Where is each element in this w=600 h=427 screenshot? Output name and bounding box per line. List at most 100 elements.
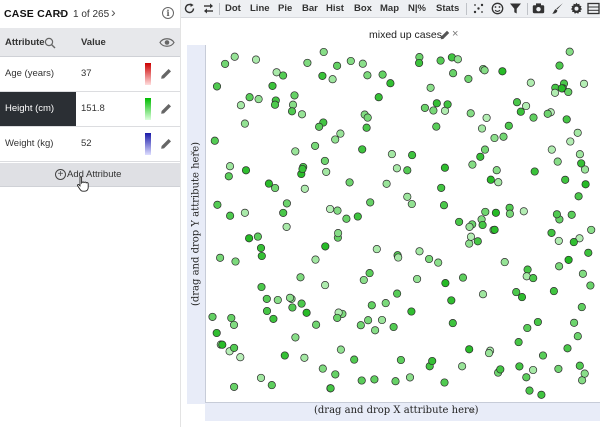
case-point[interactable] xyxy=(478,220,487,230)
case-point[interactable] xyxy=(267,381,276,390)
rescale-icon[interactable] xyxy=(183,2,196,15)
case-point[interactable] xyxy=(547,228,556,237)
case-point[interactable] xyxy=(458,362,467,371)
case-point[interactable] xyxy=(562,115,571,124)
case-point[interactable] xyxy=(554,364,563,373)
case-point[interactable] xyxy=(302,308,311,317)
case-point[interactable] xyxy=(336,129,345,138)
attribute-row[interactable]: Height (cm) 151.8 xyxy=(0,92,180,127)
shuffle-icon[interactable] xyxy=(472,2,485,15)
case-point[interactable] xyxy=(555,262,564,271)
case-point[interactable] xyxy=(579,79,589,88)
case-point[interactable] xyxy=(245,93,254,102)
case-point[interactable] xyxy=(468,160,477,169)
graph-title[interactable]: mixed up cases xyxy=(369,29,442,41)
case-point[interactable] xyxy=(318,364,327,373)
case-point[interactable] xyxy=(367,301,376,310)
case-point[interactable] xyxy=(566,137,575,146)
case-point[interactable] xyxy=(236,101,245,110)
case-point[interactable] xyxy=(333,206,342,215)
case-point[interactable] xyxy=(480,66,489,75)
case-point[interactable] xyxy=(356,321,365,330)
attribute-row[interactable]: Age (years) 37 xyxy=(0,57,180,92)
case-point[interactable] xyxy=(225,162,235,171)
case-point[interactable] xyxy=(443,100,452,109)
case-point[interactable] xyxy=(464,74,473,83)
case-point[interactable] xyxy=(434,258,443,267)
case-point[interactable] xyxy=(372,245,381,254)
attribute-value[interactable]: 52 xyxy=(81,127,92,161)
case-point[interactable] xyxy=(230,343,239,352)
case-point[interactable] xyxy=(312,320,321,329)
case-point[interactable] xyxy=(480,145,490,154)
filter-icon[interactable] xyxy=(509,2,522,15)
case-point[interactable] xyxy=(455,217,464,226)
case-point[interactable] xyxy=(227,313,236,323)
case-point[interactable] xyxy=(436,56,445,65)
box-plot-button[interactable]: Box xyxy=(354,3,372,14)
case-point[interactable] xyxy=(257,251,266,261)
case-point[interactable] xyxy=(231,257,240,266)
case-point[interactable] xyxy=(296,273,305,282)
pencil-icon[interactable] xyxy=(440,30,450,40)
attribute-row[interactable]: Weight (kg) 52 xyxy=(0,127,180,162)
case-point[interactable] xyxy=(298,164,307,174)
case-point[interactable] xyxy=(282,222,291,231)
case-point[interactable] xyxy=(288,100,298,109)
case-point[interactable] xyxy=(381,299,390,308)
case-point[interactable] xyxy=(477,124,487,133)
case-point[interactable] xyxy=(481,207,490,216)
case-point[interactable] xyxy=(405,373,415,382)
case-point[interactable] xyxy=(516,107,525,116)
dot-plot-button[interactable]: Dot xyxy=(225,3,241,14)
case-point[interactable] xyxy=(573,332,582,341)
case-point[interactable] xyxy=(504,121,513,130)
case-point[interactable] xyxy=(345,178,354,187)
case-point[interactable] xyxy=(453,55,462,64)
case-point[interactable] xyxy=(393,289,402,298)
case-point[interactable] xyxy=(565,47,574,56)
case-point[interactable] xyxy=(366,198,375,207)
case-point[interactable] xyxy=(465,345,474,354)
case-point[interactable] xyxy=(212,82,222,91)
case-point[interactable] xyxy=(458,273,468,282)
case-point[interactable] xyxy=(561,175,570,184)
y-axis-drop-zone[interactable]: (drag and drop Y attribute here) xyxy=(187,45,205,404)
case-point[interactable] xyxy=(251,55,261,64)
case-point[interactable] xyxy=(326,384,335,393)
case-point[interactable] xyxy=(326,204,335,214)
info-icon[interactable]: i xyxy=(162,7,174,19)
case-point[interactable] xyxy=(300,353,309,362)
case-point[interactable] xyxy=(210,136,219,145)
case-point[interactable] xyxy=(549,287,558,296)
line-plot-button[interactable]: Line xyxy=(250,3,270,14)
case-point[interactable] xyxy=(403,166,412,175)
case-point[interactable] xyxy=(315,122,324,131)
case-point[interactable] xyxy=(370,375,379,384)
case-point[interactable] xyxy=(441,279,450,288)
case-point[interactable] xyxy=(319,47,328,57)
case-point[interactable] xyxy=(587,225,596,234)
case-point[interactable] xyxy=(407,199,416,209)
case-point[interactable] xyxy=(432,122,441,131)
case-point[interactable] xyxy=(240,208,249,217)
case-point[interactable] xyxy=(537,390,546,399)
case-point[interactable] xyxy=(578,376,587,385)
attribute-name[interactable]: Height (cm) xyxy=(0,92,76,126)
case-point[interactable] xyxy=(236,353,245,362)
case-point[interactable] xyxy=(447,296,456,305)
case-point[interactable] xyxy=(212,328,221,338)
case-point[interactable] xyxy=(362,123,371,132)
case-point[interactable] xyxy=(465,222,474,231)
case-point[interactable] xyxy=(374,93,383,102)
case-point[interactable] xyxy=(529,113,538,122)
case-point[interactable] xyxy=(440,163,449,172)
case-point[interactable] xyxy=(538,351,548,360)
case-point[interactable] xyxy=(465,239,474,248)
case-point[interactable] xyxy=(500,258,509,267)
case-point[interactable] xyxy=(387,150,396,159)
case-point[interactable] xyxy=(245,234,254,243)
eye-icon[interactable] xyxy=(159,37,175,48)
case-point[interactable] xyxy=(575,361,584,370)
case-point[interactable] xyxy=(476,152,485,161)
